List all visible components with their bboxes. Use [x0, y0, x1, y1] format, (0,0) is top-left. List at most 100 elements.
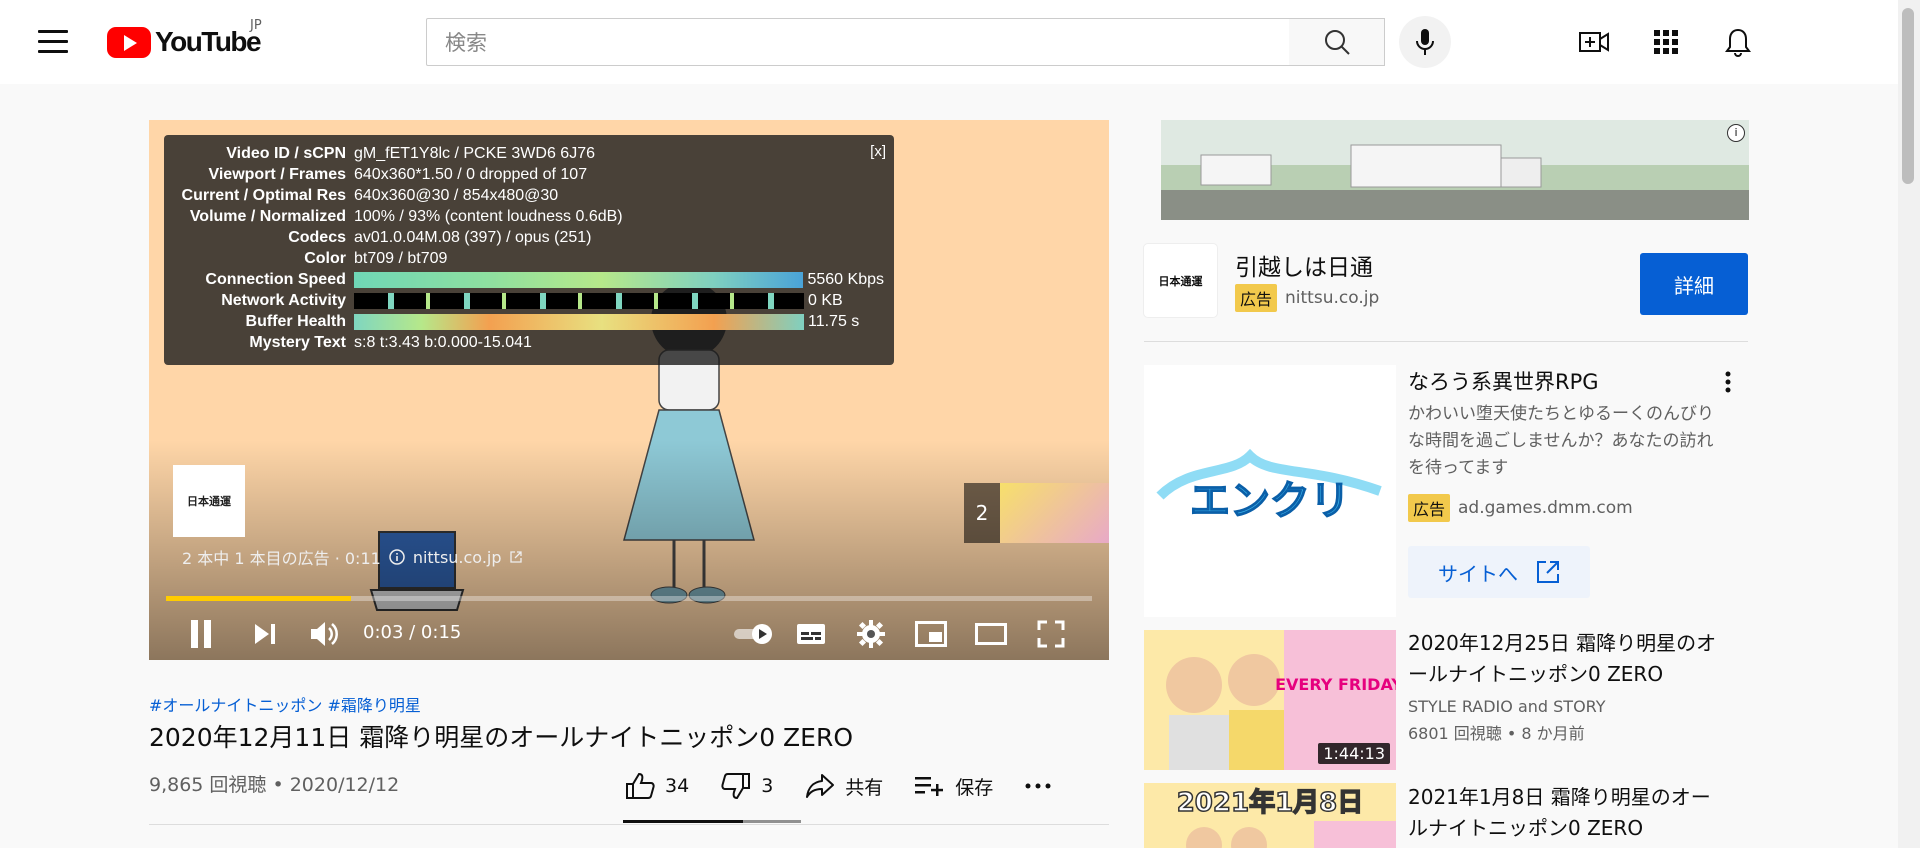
dislike-count: 3	[761, 775, 774, 797]
stats-close-button[interactable]: [x]	[870, 143, 886, 160]
search-input[interactable]: 検索	[426, 18, 1290, 66]
advertiser-logo[interactable]: 日本通運	[173, 465, 245, 537]
view-count-date: 9,865 回視聴 • 2020/12/12	[149, 774, 400, 796]
truck-banner-image	[1161, 120, 1749, 220]
bell-icon	[1725, 28, 1751, 57]
stats-value: gM_fET1Y8lc / PCKE 3WD6 6J76	[354, 144, 595, 162]
video-thumbnail[interactable]: 2021年1月8日	[1144, 783, 1396, 848]
video-player[interactable]: [x] Video ID / sCPN gM_fET1Y8lc / PCKE 3W…	[149, 120, 1109, 660]
hashtags[interactable]: #オールナイトニッポン #霜降り明星	[149, 692, 421, 716]
miniplayer-icon	[915, 621, 947, 647]
logo-text: YouTube	[155, 26, 262, 57]
external-link-icon	[509, 551, 522, 563]
notifications-button[interactable]	[1718, 22, 1758, 62]
pause-icon	[191, 620, 211, 648]
settings-button[interactable]	[849, 608, 893, 660]
stats-row: Volume / Normalized 100% / 93% (content l…	[174, 206, 884, 227]
like-count: 34	[665, 775, 690, 797]
thumbnail-text: 2021年1月8日	[1177, 787, 1364, 818]
stats-row: Viewport / Frames 640x360*1.50 / 0 droppe…	[174, 164, 884, 185]
stats-row: Network Activity 0 KB	[174, 290, 884, 311]
search-button[interactable]	[1289, 18, 1385, 66]
youtube-play-icon	[107, 26, 151, 58]
visit-site-button[interactable]: サイトへ	[1408, 546, 1590, 598]
stats-label: Connection Speed	[205, 270, 346, 288]
ad-subtitle: 広告 ad.games.dmm.com	[1408, 494, 1633, 522]
stats-value: s:8 t:3.43 b:0.000-15.041	[354, 333, 532, 351]
mute-button[interactable]	[303, 608, 347, 660]
next-ad-thumbnail	[1000, 483, 1109, 543]
progress-fill	[166, 596, 352, 601]
theater-mode-button[interactable]	[969, 608, 1013, 660]
game-logo-text: エンクリ	[1190, 478, 1350, 524]
thumbs-up-icon	[626, 772, 655, 799]
time-display: 0:03 / 0:15	[363, 622, 462, 643]
volume-icon	[311, 622, 338, 646]
video-camera-plus-icon	[1579, 32, 1609, 52]
voice-search-button[interactable]	[1399, 16, 1451, 68]
video-actions: 34 3 共有 保存	[625, 768, 1083, 804]
thumbnail-image: 2021年1月8日	[1144, 783, 1396, 848]
dislike-button[interactable]: 3	[721, 772, 773, 800]
search-placeholder: 検索	[445, 31, 487, 55]
miniplayer-button[interactable]	[909, 608, 953, 660]
channel-name[interactable]: STYLE RADIO and STORY	[1408, 693, 1606, 720]
more-vertical-icon[interactable]	[1716, 370, 1740, 394]
stats-row: Connection Speed 5560 Kbps	[174, 269, 884, 290]
autoplay-toggle[interactable]	[729, 608, 779, 660]
ad-domain-link[interactable]: nittsu.co.jp	[413, 548, 502, 567]
create-video-button[interactable]	[1574, 22, 1614, 62]
ad-domain: nittsu.co.jp	[1285, 288, 1380, 308]
stats-value: 640x360@30 / 854x480@30	[354, 186, 559, 204]
subtitles-button[interactable]	[789, 608, 833, 660]
stats-value: 11.75 s	[808, 312, 860, 330]
youtube-logo[interactable]: YouTube	[107, 25, 262, 59]
scrollbar-thumb[interactable]	[1902, 8, 1914, 184]
sidebar-ad-banner[interactable]: i	[1161, 120, 1749, 220]
ad-card-title[interactable]: 引越しは日通	[1235, 248, 1373, 282]
fullscreen-icon	[1037, 620, 1065, 648]
page-scrollbar[interactable]	[1898, 0, 1920, 848]
like-ratio-fill	[623, 820, 743, 823]
divider	[149, 824, 1109, 825]
more-horizontal-icon	[1025, 783, 1051, 789]
share-label: 共有	[845, 776, 884, 799]
autoplay-toggle-icon	[734, 624, 772, 644]
ad-card-subtitle: 広告 nittsu.co.jp	[1235, 284, 1379, 312]
video-title: 2020年12月11日 霜降り明星のオールナイトニッポン0 ZERO	[149, 723, 854, 752]
video-title[interactable]: 2021年1月8日 霜降り明星のオールナイトニッポン0 ZERO	[1408, 782, 1718, 844]
stats-for-nerds-panel: [x] Video ID / sCPN gM_fET1Y8lc / PCKE 3W…	[164, 135, 894, 365]
ad-info-icon[interactable]: i	[1727, 124, 1745, 142]
stats-value: 0 KB	[808, 291, 843, 309]
gear-icon	[857, 620, 885, 648]
ad-badge: 広告	[1408, 494, 1451, 522]
video-title[interactable]: 2020年12月25日 霜降り明星のオールナイトニッポン0 ZERO	[1408, 628, 1718, 690]
ad-thumbnail[interactable]: エンクリ	[1144, 365, 1396, 617]
more-actions-button[interactable]	[1025, 783, 1051, 789]
fullscreen-button[interactable]	[1029, 608, 1073, 660]
like-button[interactable]: 34	[625, 772, 689, 800]
stats-label: Codecs	[288, 228, 346, 246]
ad-title[interactable]: なろう系異世界RPG	[1408, 366, 1599, 396]
apps-button[interactable]	[1646, 22, 1686, 62]
video-meta: 6801 回視聴 • 8 か月前	[1408, 724, 1585, 743]
save-button[interactable]: 保存	[915, 773, 993, 800]
stats-row: Video ID / sCPN gM_fET1Y8lc / PCKE 3WD6 6…	[174, 143, 884, 164]
share-button[interactable]: 共有	[805, 773, 883, 800]
stats-label: Viewport / Frames	[208, 165, 346, 183]
next-button[interactable]	[243, 608, 287, 660]
ad-info: 2 本中 1 本目の広告 · 0:11 nittsu.co.jp	[182, 545, 522, 569]
advertiser-logo[interactable]: 日本通運	[1144, 244, 1217, 317]
stats-label: Mystery Text	[249, 333, 346, 351]
thumbs-down-icon	[721, 773, 751, 800]
progress-bar[interactable]	[166, 596, 1092, 601]
menu-icon[interactable]	[38, 30, 68, 54]
details-button[interactable]: 詳細	[1640, 253, 1748, 315]
info-icon[interactable]	[389, 549, 405, 565]
pause-button[interactable]	[179, 608, 223, 660]
video-thumbnail[interactable]: EVERY FRIDAY 1:44:13	[1144, 630, 1396, 770]
next-ad-preview[interactable]: 2	[964, 483, 1109, 543]
thumbnail-text: EVERY FRIDAY	[1275, 675, 1396, 694]
search-icon	[1324, 30, 1350, 55]
external-link-icon	[1537, 561, 1559, 583]
